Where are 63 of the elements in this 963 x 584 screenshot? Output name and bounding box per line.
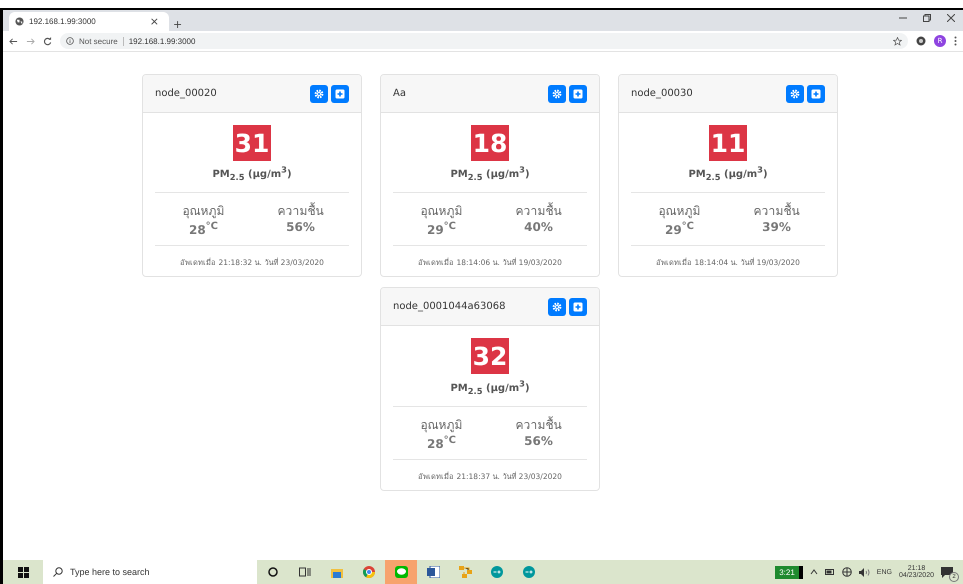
pm-unit-label: PM$_{2.5}$ (µg/m$^{3}$) [450,382,530,394]
settings-button[interactable] [548,84,566,102]
windows-icon[interactable] [18,566,28,578]
gear-icon [552,88,562,98]
humidity-label: ความชื้น [516,201,562,220]
temperature-value: 29$^{°C}$ [426,220,456,238]
menu-icon[interactable] [954,36,957,46]
search-icon [53,567,63,577]
restore-icon[interactable] [923,14,931,22]
add-button[interactable] [331,84,349,102]
battery-icon[interactable] [824,569,835,575]
gear-icon [790,88,800,98]
node-name: node_00020 [155,88,218,99]
temperature-label: อุณหภูมิ [420,416,462,434]
gear-icon [552,302,562,312]
security-label: Not secure [79,36,118,46]
node-name: node_00030 [631,88,694,99]
taskbar-search-field[interactable]: Type here to search [43,560,257,584]
humidity-value: 40% [524,220,553,234]
plus-square-icon [573,302,583,312]
search-placeholder: Type here to search [70,567,150,577]
humidity-value: 39% [762,220,791,234]
battery-time-badge: 3:21 [775,566,803,578]
back-icon[interactable] [9,36,18,46]
temperature-value: 28$^{°C}$ [188,220,218,238]
add-button[interactable] [569,84,587,102]
info-icon [66,37,74,45]
settings-button[interactable] [548,298,566,316]
tab-close-button[interactable]: × [146,15,163,28]
humidity-value: 56% [286,220,315,234]
reload-icon[interactable] [43,36,52,46]
node-name: Aa [393,88,407,99]
new-tab-button[interactable]: + [169,18,186,31]
temperature-label: อุณหภูมิ [420,203,462,220]
temperature-label: อุณหภูมิ [182,203,224,220]
settings-button[interactable] [786,84,804,102]
add-button[interactable] [807,84,825,102]
humidity-value: 56% [524,434,553,448]
caret-icon[interactable] [810,569,818,575]
address-bar[interactable]: Not secure 192.168.1.99:3000 [60,33,908,49]
browser-tab[interactable]: 192.168.1.99:3000 × [9,12,169,31]
pm-value: 32 [470,338,510,374]
tab-title: 192.168.1.99:3000 [29,17,97,26]
node-name: node_0001044a63068 [393,301,506,312]
temperature-value: 29$^{°C}$ [664,220,694,238]
speaker-icon[interactable] [858,568,870,576]
plus-square-icon [335,88,345,98]
gear-icon [314,88,324,98]
url-text: 192.168.1.99:3000 [128,36,196,46]
pm-value: 11 [708,125,748,161]
humidity-label: ความชื้น [754,201,800,220]
plus-square-icon [573,88,583,98]
settings-button[interactable] [310,84,328,102]
star-icon[interactable] [893,36,902,46]
close-icon[interactable] [947,14,955,22]
humidity-label: ความชื้น [516,415,562,434]
plus-square-icon [811,88,821,98]
humidity-label: ความชื้น [278,201,324,220]
add-button[interactable] [569,298,587,316]
temperature-value: 28$^{°C}$ [426,434,456,451]
pm-value: 18 [470,125,510,161]
temperature-label: อุณหภูมิ [658,203,700,220]
pm-value: 31 [232,125,272,161]
